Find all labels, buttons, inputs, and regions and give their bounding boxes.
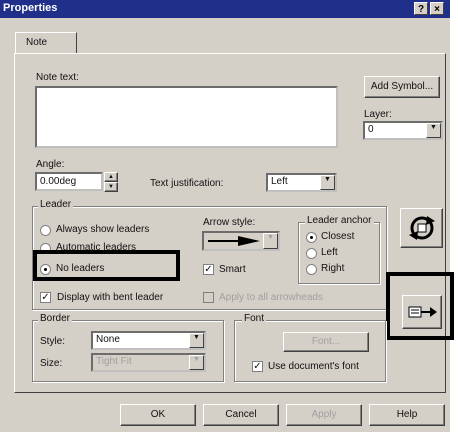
refresh-note-button[interactable] — [400, 208, 443, 248]
note-text-field[interactable] — [35, 86, 338, 148]
close-title-button[interactable]: × — [430, 2, 444, 15]
leader-anchor-label: Leader anchor — [305, 215, 374, 226]
bent-leader-label: Display with bent leader — [57, 292, 164, 303]
leader-group-label: Leader — [38, 199, 74, 210]
smart-checkbox[interactable]: ✓ — [203, 264, 214, 275]
always-show-leaders-label: Always show leaders — [56, 224, 150, 235]
border-style-label: Style: — [40, 336, 66, 347]
text-justification-value: Left — [271, 176, 288, 187]
font-group-label: Font — [242, 313, 267, 324]
anchor-closest-radio[interactable] — [306, 232, 317, 243]
angle-field[interactable]: 0.00deg — [35, 172, 103, 191]
chevron-down-icon: ▼ — [263, 233, 278, 249]
tab-note[interactable]: Note — [15, 32, 77, 54]
cancel-button[interactable]: Cancel — [203, 404, 279, 426]
text-justification-select[interactable]: Left ▼ — [266, 173, 337, 192]
anchor-right-label: Right — [321, 263, 345, 274]
tab-note-label: Note — [26, 37, 48, 48]
text-justification-label: Text justification: — [150, 178, 224, 189]
add-symbol-button[interactable]: Add Symbol... — [364, 76, 440, 98]
always-show-leaders-radio[interactable] — [40, 225, 51, 236]
bent-leader-checkbox[interactable]: ✓ — [40, 292, 51, 303]
angle-value: 0.00deg — [40, 176, 77, 187]
layer-label: Layer: — [364, 109, 392, 120]
layer-value: 0 — [368, 124, 374, 135]
title-bar: Properties ? × — [0, 0, 450, 18]
arrow-style-icon — [208, 236, 260, 246]
anchor-left-radio[interactable] — [306, 248, 317, 259]
border-size-label: Size: — [40, 358, 63, 369]
properties-dialog: Properties ? × Note Note text: Add Symbo… — [0, 0, 454, 432]
font-button[interactable]: Font... — [283, 332, 369, 352]
border-size-value: Tight Fit — [96, 356, 132, 367]
arrow-style-select[interactable]: ▼ — [202, 231, 280, 251]
angle-label: Angle: — [36, 159, 65, 170]
anchor-closest-label: Closest — [321, 231, 355, 242]
border-group — [32, 320, 224, 382]
help-title-button[interactable]: ? — [414, 2, 428, 15]
layer-select[interactable]: 0 ▼ — [363, 121, 443, 140]
angle-down-button[interactable]: ▼ — [104, 182, 118, 192]
note-text-label: Note text: — [36, 72, 79, 83]
border-style-value: None — [96, 334, 120, 345]
use-document-font-label: Use document's font — [268, 361, 359, 372]
border-group-label: Border — [38, 313, 73, 324]
arrow-style-label: Arrow style: — [203, 217, 256, 228]
window-title: Properties — [3, 2, 58, 14]
ok-button[interactable]: OK — [120, 404, 196, 426]
chevron-down-icon: ▼ — [426, 123, 441, 138]
highlight-box-no-leaders — [33, 250, 180, 281]
apply-button[interactable]: Apply — [286, 404, 362, 426]
border-size-select[interactable]: Tight Fit ▼ — [91, 353, 206, 372]
anchor-right-radio[interactable] — [306, 264, 317, 275]
smart-label: Smart — [219, 264, 246, 275]
refresh-note-icon — [409, 216, 435, 240]
highlight-box-layout-button — [386, 272, 454, 340]
angle-up-button[interactable]: ▲ — [104, 172, 118, 182]
help-button[interactable]: Help — [369, 404, 445, 426]
chevron-down-icon: ▼ — [320, 175, 335, 190]
chevron-down-icon: ▼ — [189, 355, 204, 370]
border-style-select[interactable]: None ▼ — [91, 331, 206, 350]
anchor-left-label: Left — [321, 247, 338, 258]
use-document-font-checkbox[interactable]: ✓ — [252, 361, 263, 372]
apply-all-checkbox[interactable] — [203, 292, 214, 303]
chevron-down-icon: ▼ — [189, 333, 204, 348]
apply-all-label: Apply to all arrowheads — [219, 292, 323, 303]
